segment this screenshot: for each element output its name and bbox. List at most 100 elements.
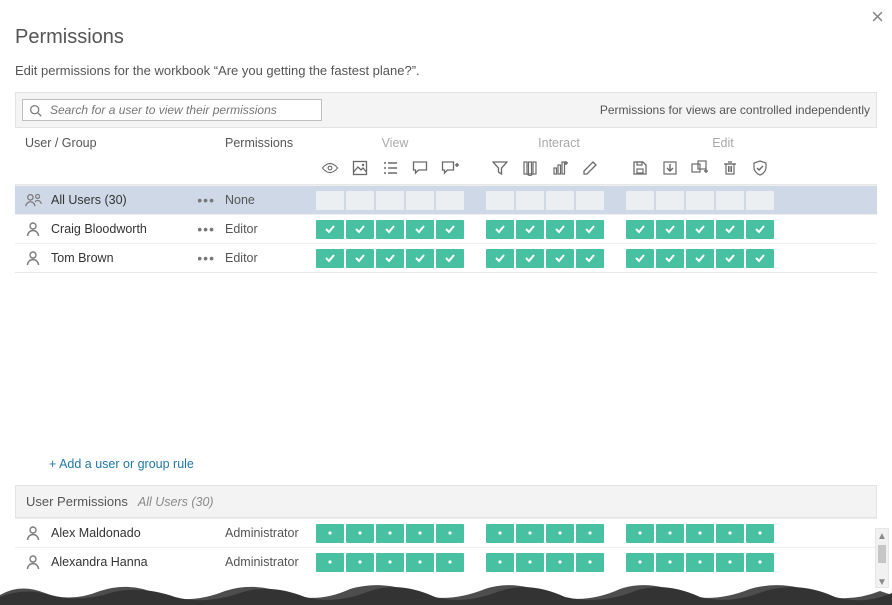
capability-cell[interactable] <box>746 249 774 268</box>
capability-cell[interactable] <box>406 249 434 268</box>
rule-row[interactable]: All Users (30)•••None <box>15 185 877 214</box>
capability-cell[interactable] <box>546 249 574 268</box>
capability-cell[interactable] <box>516 191 544 210</box>
capability-boxes <box>315 220 877 239</box>
capability-cell[interactable] <box>716 220 744 239</box>
search-input-wrap[interactable] <box>22 99 322 121</box>
capability-cell[interactable] <box>656 220 684 239</box>
capability-cell[interactable] <box>626 191 654 210</box>
capability-cell[interactable] <box>686 553 714 572</box>
capability-cell[interactable] <box>486 249 514 268</box>
capability-cell[interactable] <box>546 191 574 210</box>
user-permission-row[interactable]: Alex MaldonadoAdministrator <box>15 518 877 547</box>
person-icon <box>25 525 41 541</box>
row-menu-button[interactable]: ••• <box>197 250 215 266</box>
capability-cell[interactable] <box>316 191 344 210</box>
capability-cell[interactable] <box>686 524 714 543</box>
edit-group-header: Edit <box>643 136 803 150</box>
capability-cell[interactable] <box>746 191 774 210</box>
scroll-up-icon[interactable]: ▲ <box>876 529 888 543</box>
close-icon[interactable]: × <box>871 4 884 30</box>
row-menu-button[interactable]: ••• <box>197 192 215 208</box>
capability-cell[interactable] <box>486 191 514 210</box>
capability-cell[interactable] <box>626 524 654 543</box>
capability-cell[interactable] <box>686 220 714 239</box>
capability-cell[interactable] <box>516 524 544 543</box>
capability-cell[interactable] <box>346 553 374 572</box>
add-rule-button[interactable]: + Add a user or group rule <box>15 443 877 485</box>
capability-cell[interactable] <box>516 249 544 268</box>
row-menu-button[interactable]: ••• <box>197 221 215 237</box>
capability-cell[interactable] <box>656 524 684 543</box>
capability-cell[interactable] <box>576 524 604 543</box>
capability-cell[interactable] <box>346 191 374 210</box>
capability-cell[interactable] <box>686 249 714 268</box>
capability-cell[interactable] <box>376 220 404 239</box>
user-group-cell: Tom Brown••• <box>15 250 225 266</box>
user-cell: Alexandra Hanna <box>15 554 225 570</box>
capability-cell[interactable] <box>686 191 714 210</box>
user-cell: Alex Maldonado <box>15 525 225 541</box>
user-group-cell: All Users (30)••• <box>15 192 225 208</box>
capability-cell[interactable] <box>316 220 344 239</box>
capability-cell[interactable] <box>436 524 464 543</box>
rule-row[interactable]: Tom Brown•••Editor <box>15 243 877 272</box>
capability-cell[interactable] <box>656 249 684 268</box>
capability-cell[interactable] <box>516 220 544 239</box>
capability-cell[interactable] <box>486 524 514 543</box>
capability-cell[interactable] <box>546 220 574 239</box>
rules-list: All Users (30)•••NoneCraig Bloodworth•••… <box>15 185 877 273</box>
capability-cell[interactable] <box>346 220 374 239</box>
capability-cell[interactable] <box>376 524 404 543</box>
capability-cell[interactable] <box>576 220 604 239</box>
capability-cell[interactable] <box>316 524 344 543</box>
user-permission-row[interactable]: Alexandra HannaAdministrator <box>15 547 877 576</box>
torn-edge-decoration <box>0 577 892 605</box>
capability-cell[interactable] <box>626 553 654 572</box>
capability-cell[interactable] <box>656 191 684 210</box>
capability-cell[interactable] <box>576 249 604 268</box>
capability-cell[interactable] <box>316 553 344 572</box>
capability-cell[interactable] <box>436 191 464 210</box>
capability-cell[interactable] <box>626 220 654 239</box>
capability-cell[interactable] <box>516 553 544 572</box>
capability-cell[interactable] <box>406 191 434 210</box>
capability-cell[interactable] <box>716 249 744 268</box>
capability-cell[interactable] <box>716 553 744 572</box>
capability-cell[interactable] <box>376 553 404 572</box>
capability-cell[interactable] <box>546 524 574 543</box>
scrollbar-thumb[interactable] <box>878 545 886 563</box>
capability-cell[interactable] <box>316 249 344 268</box>
permission-template[interactable]: Editor <box>225 251 315 265</box>
capability-cell[interactable] <box>746 220 774 239</box>
capability-cell[interactable] <box>376 249 404 268</box>
capability-cell[interactable] <box>576 553 604 572</box>
capability-cell[interactable] <box>406 524 434 543</box>
capability-cell[interactable] <box>436 249 464 268</box>
capability-cell[interactable] <box>406 220 434 239</box>
capability-cell[interactable] <box>406 553 434 572</box>
capability-cell[interactable] <box>376 191 404 210</box>
capability-cell[interactable] <box>576 191 604 210</box>
capability-icons-row <box>315 156 877 180</box>
capability-cell[interactable] <box>346 524 374 543</box>
rule-row[interactable]: Craig Bloodworth•••Editor <box>15 214 877 243</box>
image-icon <box>345 156 375 180</box>
capability-cell[interactable] <box>486 220 514 239</box>
capability-cell[interactable] <box>746 553 774 572</box>
capability-cell[interactable] <box>716 524 744 543</box>
capability-cell[interactable] <box>546 553 574 572</box>
comment-icon <box>405 156 435 180</box>
permission-template[interactable]: None <box>225 193 315 207</box>
capability-cell[interactable] <box>626 249 654 268</box>
capability-cell[interactable] <box>716 191 744 210</box>
capability-cell[interactable] <box>436 553 464 572</box>
permission-template[interactable]: Editor <box>225 222 315 236</box>
capability-cell[interactable] <box>436 220 464 239</box>
capability-cell[interactable] <box>746 524 774 543</box>
search-input[interactable] <box>48 102 315 118</box>
capability-cell[interactable] <box>346 249 374 268</box>
capability-cell[interactable] <box>486 553 514 572</box>
capability-cell[interactable] <box>656 553 684 572</box>
column-headers: User / Group Permissions View Interact E… <box>15 128 877 185</box>
